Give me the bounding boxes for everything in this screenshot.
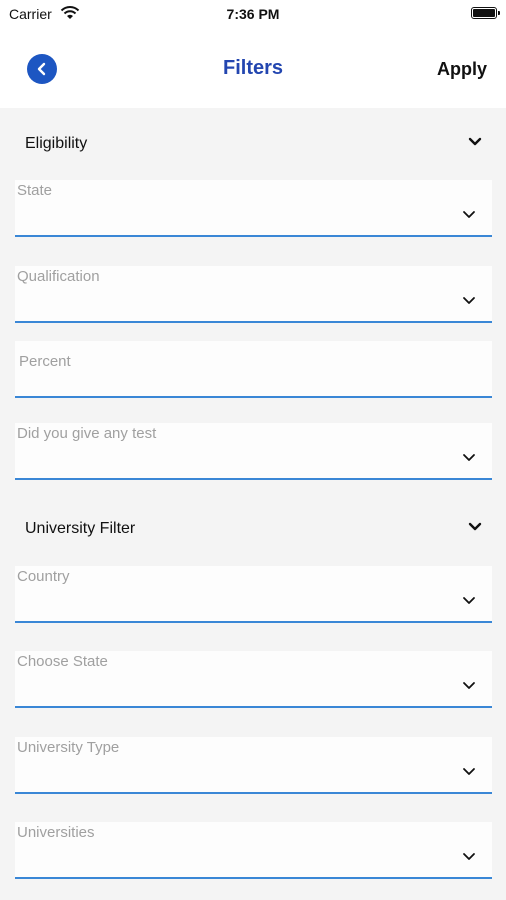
- state-dropdown[interactable]: State: [15, 180, 492, 237]
- chevron-down-icon: [462, 765, 476, 784]
- country-placeholder: Country: [17, 568, 70, 585]
- chevron-down-icon: [462, 208, 476, 227]
- state-placeholder: State: [17, 182, 53, 199]
- status-time: 7:36 PM: [226, 6, 280, 22]
- country-dropdown[interactable]: Country: [15, 566, 492, 623]
- battery-icon: [471, 7, 500, 19]
- page-title: Filters: [222, 57, 284, 79]
- qualification-placeholder: Qualification: [17, 268, 100, 285]
- section-title-eligibility: Eligibility: [25, 135, 88, 152]
- choose-state-dropdown[interactable]: Choose State: [15, 651, 492, 708]
- status-bar: Carrier 7:36 PM: [0, 0, 506, 28]
- chevron-down-icon: [468, 520, 482, 539]
- section-header-university[interactable]: University Filter: [0, 510, 506, 550]
- percent-placeholder: Percent: [19, 353, 71, 370]
- choose-state-placeholder: Choose State: [17, 653, 108, 670]
- nav-bar: Filters Apply: [0, 28, 506, 108]
- test-dropdown[interactable]: Did you give any test: [15, 423, 492, 480]
- chevron-down-icon: [462, 451, 476, 470]
- qualification-dropdown[interactable]: Qualification: [15, 266, 492, 323]
- percent-input[interactable]: Percent: [15, 341, 492, 398]
- chevron-down-icon: [462, 294, 476, 313]
- chevron-down-icon: [462, 594, 476, 613]
- universities-dropdown[interactable]: Universities: [15, 822, 492, 879]
- chevron-down-icon: [462, 679, 476, 698]
- test-placeholder: Did you give any test: [17, 425, 157, 442]
- chevron-down-icon: [468, 135, 482, 154]
- universities-placeholder: Universities: [17, 824, 95, 841]
- apply-button[interactable]: Apply: [437, 59, 487, 80]
- chevron-down-icon: [462, 850, 476, 869]
- section-header-eligibility[interactable]: Eligibility: [0, 125, 506, 165]
- university-type-placeholder: University Type: [17, 739, 120, 756]
- university-type-dropdown[interactable]: University Type: [15, 737, 492, 794]
- section-title-university: University Filter: [25, 520, 136, 537]
